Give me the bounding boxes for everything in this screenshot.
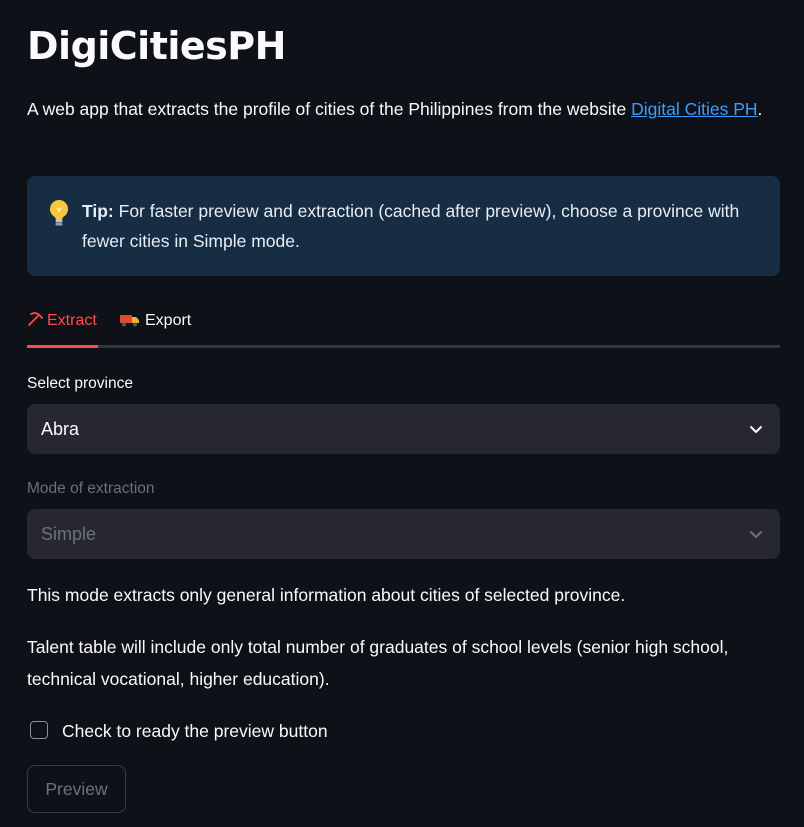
mode-select[interactable]: Simple (27, 509, 780, 559)
tab-extract-label: Extract (47, 312, 97, 329)
mode-description: This mode extracts only general informat… (27, 585, 626, 605)
province-value: Abra (41, 419, 80, 439)
page-title: DigiCitiesPH (27, 24, 286, 68)
tab-export-label: Export (145, 312, 192, 329)
mode-label: Mode of extraction (27, 480, 155, 497)
digital-cities-link[interactable]: Digital Cities PH (631, 99, 757, 119)
province-label: Select province (27, 375, 133, 392)
intro-suffix: . (757, 99, 763, 119)
mode-value: Simple (41, 524, 97, 544)
active-tab-indicator (27, 345, 98, 348)
chevron-down-icon (748, 526, 764, 542)
preview-button[interactable]: Preview (27, 765, 126, 813)
tip-message: For faster preview and extraction (cache… (82, 201, 740, 251)
tab-export[interactable]: Export (120, 300, 191, 348)
intro-text: A web app that extracts the profile of c… (27, 99, 632, 119)
checkbox-label: Check to ready the preview button (62, 721, 328, 741)
pickaxe-icon (27, 300, 47, 342)
preview-ready-checkbox[interactable] (30, 721, 48, 739)
province-select[interactable]: Abra (27, 404, 780, 454)
intro-paragraph: A web app that extracts the profile of c… (27, 93, 767, 125)
tab-bar: Extract Export (27, 300, 780, 348)
tab-extract[interactable]: Extract (27, 300, 98, 348)
tip-text: Tip: For faster preview and extraction (… (82, 196, 762, 256)
tip-label: Tip: (82, 201, 114, 221)
chevron-down-icon (748, 421, 764, 437)
app-page: DigiCitiesPH A web app that extracts the… (0, 0, 804, 827)
talent-description: Talent table will include only total num… (27, 637, 729, 689)
tip-alert: Tip: For faster preview and extraction (… (27, 176, 780, 276)
lightbulb-icon (47, 198, 71, 228)
truck-icon (120, 300, 145, 342)
